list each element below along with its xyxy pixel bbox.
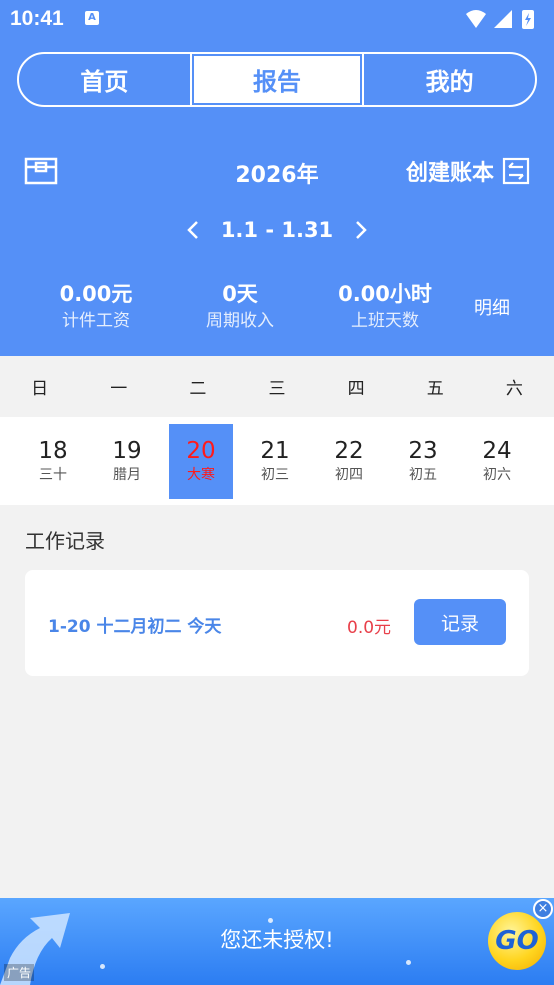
- stat-label: 上班天数: [351, 311, 419, 331]
- weekday-label: 六: [505, 379, 523, 399]
- calendar-day-selected[interactable]: 20 大寒: [169, 423, 233, 499]
- tab-report[interactable]: 报告: [189, 54, 363, 105]
- day-lunar: 三十: [39, 467, 67, 483]
- ad-text: 您还未授权!: [220, 928, 334, 952]
- status-bar: 10:41 A: [0, 0, 554, 38]
- record-date: 1-20 十二月初二 今天: [48, 617, 222, 637]
- notification-icon: A: [85, 11, 99, 25]
- go-badge-icon[interactable]: GO: [488, 912, 546, 970]
- stat-label: 周期收入: [206, 311, 274, 331]
- create-ledger-label: 创建账本: [405, 161, 494, 186]
- record-button[interactable]: 记录: [414, 599, 506, 645]
- day-number: 23: [408, 438, 438, 464]
- stat-value: 0天: [222, 282, 258, 306]
- stat-value: 0.00元: [59, 282, 133, 306]
- weekday-label: 五: [426, 379, 444, 399]
- day-number: 20: [186, 438, 216, 464]
- stat-piece-wage: 0.00元 计件工资: [36, 280, 156, 334]
- work-records-title: 工作记录: [25, 529, 105, 553]
- weekday-label: 三: [268, 379, 286, 399]
- day-lunar: 初五: [409, 467, 437, 483]
- tab-home[interactable]: 首页: [19, 54, 190, 105]
- stat-period-income: 0天 周期收入: [180, 280, 300, 334]
- calendar-day[interactable]: 18 三十: [21, 424, 85, 499]
- date-range: 1.1 - 1.31: [0, 218, 554, 242]
- weekday-header: 日 一 二 三 四 五 六: [0, 356, 554, 417]
- weekday-label: 四: [347, 379, 365, 399]
- ad-banner[interactable]: 您还未授权! 广告 GO ×: [0, 898, 554, 985]
- weekday-label: 一: [110, 379, 128, 399]
- week-days: 18 三十 19 腊月 20 大寒 21 初三 22 初四 23 初五 24 初…: [0, 417, 554, 505]
- record-card: 1-20 十二月初二 今天 0.0元 记录: [25, 570, 529, 676]
- calendar-day[interactable]: 19 腊月: [95, 424, 159, 499]
- day-lunar: 初四: [335, 467, 363, 483]
- day-lunar: 初三: [261, 467, 289, 483]
- weekday-label: 日: [31, 379, 49, 399]
- detail-link[interactable]: 明细: [474, 294, 510, 320]
- chevron-right-icon[interactable]: [353, 220, 369, 240]
- status-icons: [466, 10, 534, 29]
- stat-value: 0.00小时: [338, 282, 432, 306]
- close-icon[interactable]: ×: [533, 899, 553, 919]
- day-lunar: 大寒: [187, 467, 215, 483]
- switch-icon: [502, 157, 530, 185]
- header-panel: 10:41 A 首页 报告 我的 2026年 创建账本 1.1 - 1.31 0…: [0, 0, 554, 356]
- create-ledger-button[interactable]: 创建账本: [406, 154, 530, 188]
- calendar-day[interactable]: 23 初五: [391, 424, 455, 499]
- stat-label: 计件工资: [62, 311, 130, 331]
- day-number: 18: [38, 438, 68, 464]
- main-tabs: 首页 报告 我的: [17, 52, 537, 107]
- calendar-day[interactable]: 21 初三: [243, 424, 307, 499]
- tab-mine[interactable]: 我的: [362, 54, 535, 105]
- date-range-label: 1.1 - 1.31: [220, 218, 334, 242]
- calendar-day[interactable]: 22 初四: [317, 424, 381, 499]
- day-number: 22: [334, 438, 364, 464]
- day-lunar: 腊月: [113, 467, 141, 483]
- stat-work-days: 0.00小时 上班天数: [320, 280, 450, 334]
- status-time: 10:41: [10, 7, 64, 30]
- weekday-label: 二: [189, 379, 207, 399]
- calendar-day[interactable]: 24 初六: [465, 424, 529, 499]
- record-amount: 0.0元: [347, 618, 392, 638]
- day-number: 19: [112, 438, 142, 464]
- day-number: 24: [482, 438, 512, 464]
- wifi-icon: [466, 10, 486, 28]
- signal-icon: [494, 10, 512, 28]
- day-lunar: 初六: [483, 467, 511, 483]
- day-number: 21: [260, 438, 290, 464]
- ad-label: 广告: [4, 964, 35, 981]
- chevron-left-icon[interactable]: [185, 220, 201, 240]
